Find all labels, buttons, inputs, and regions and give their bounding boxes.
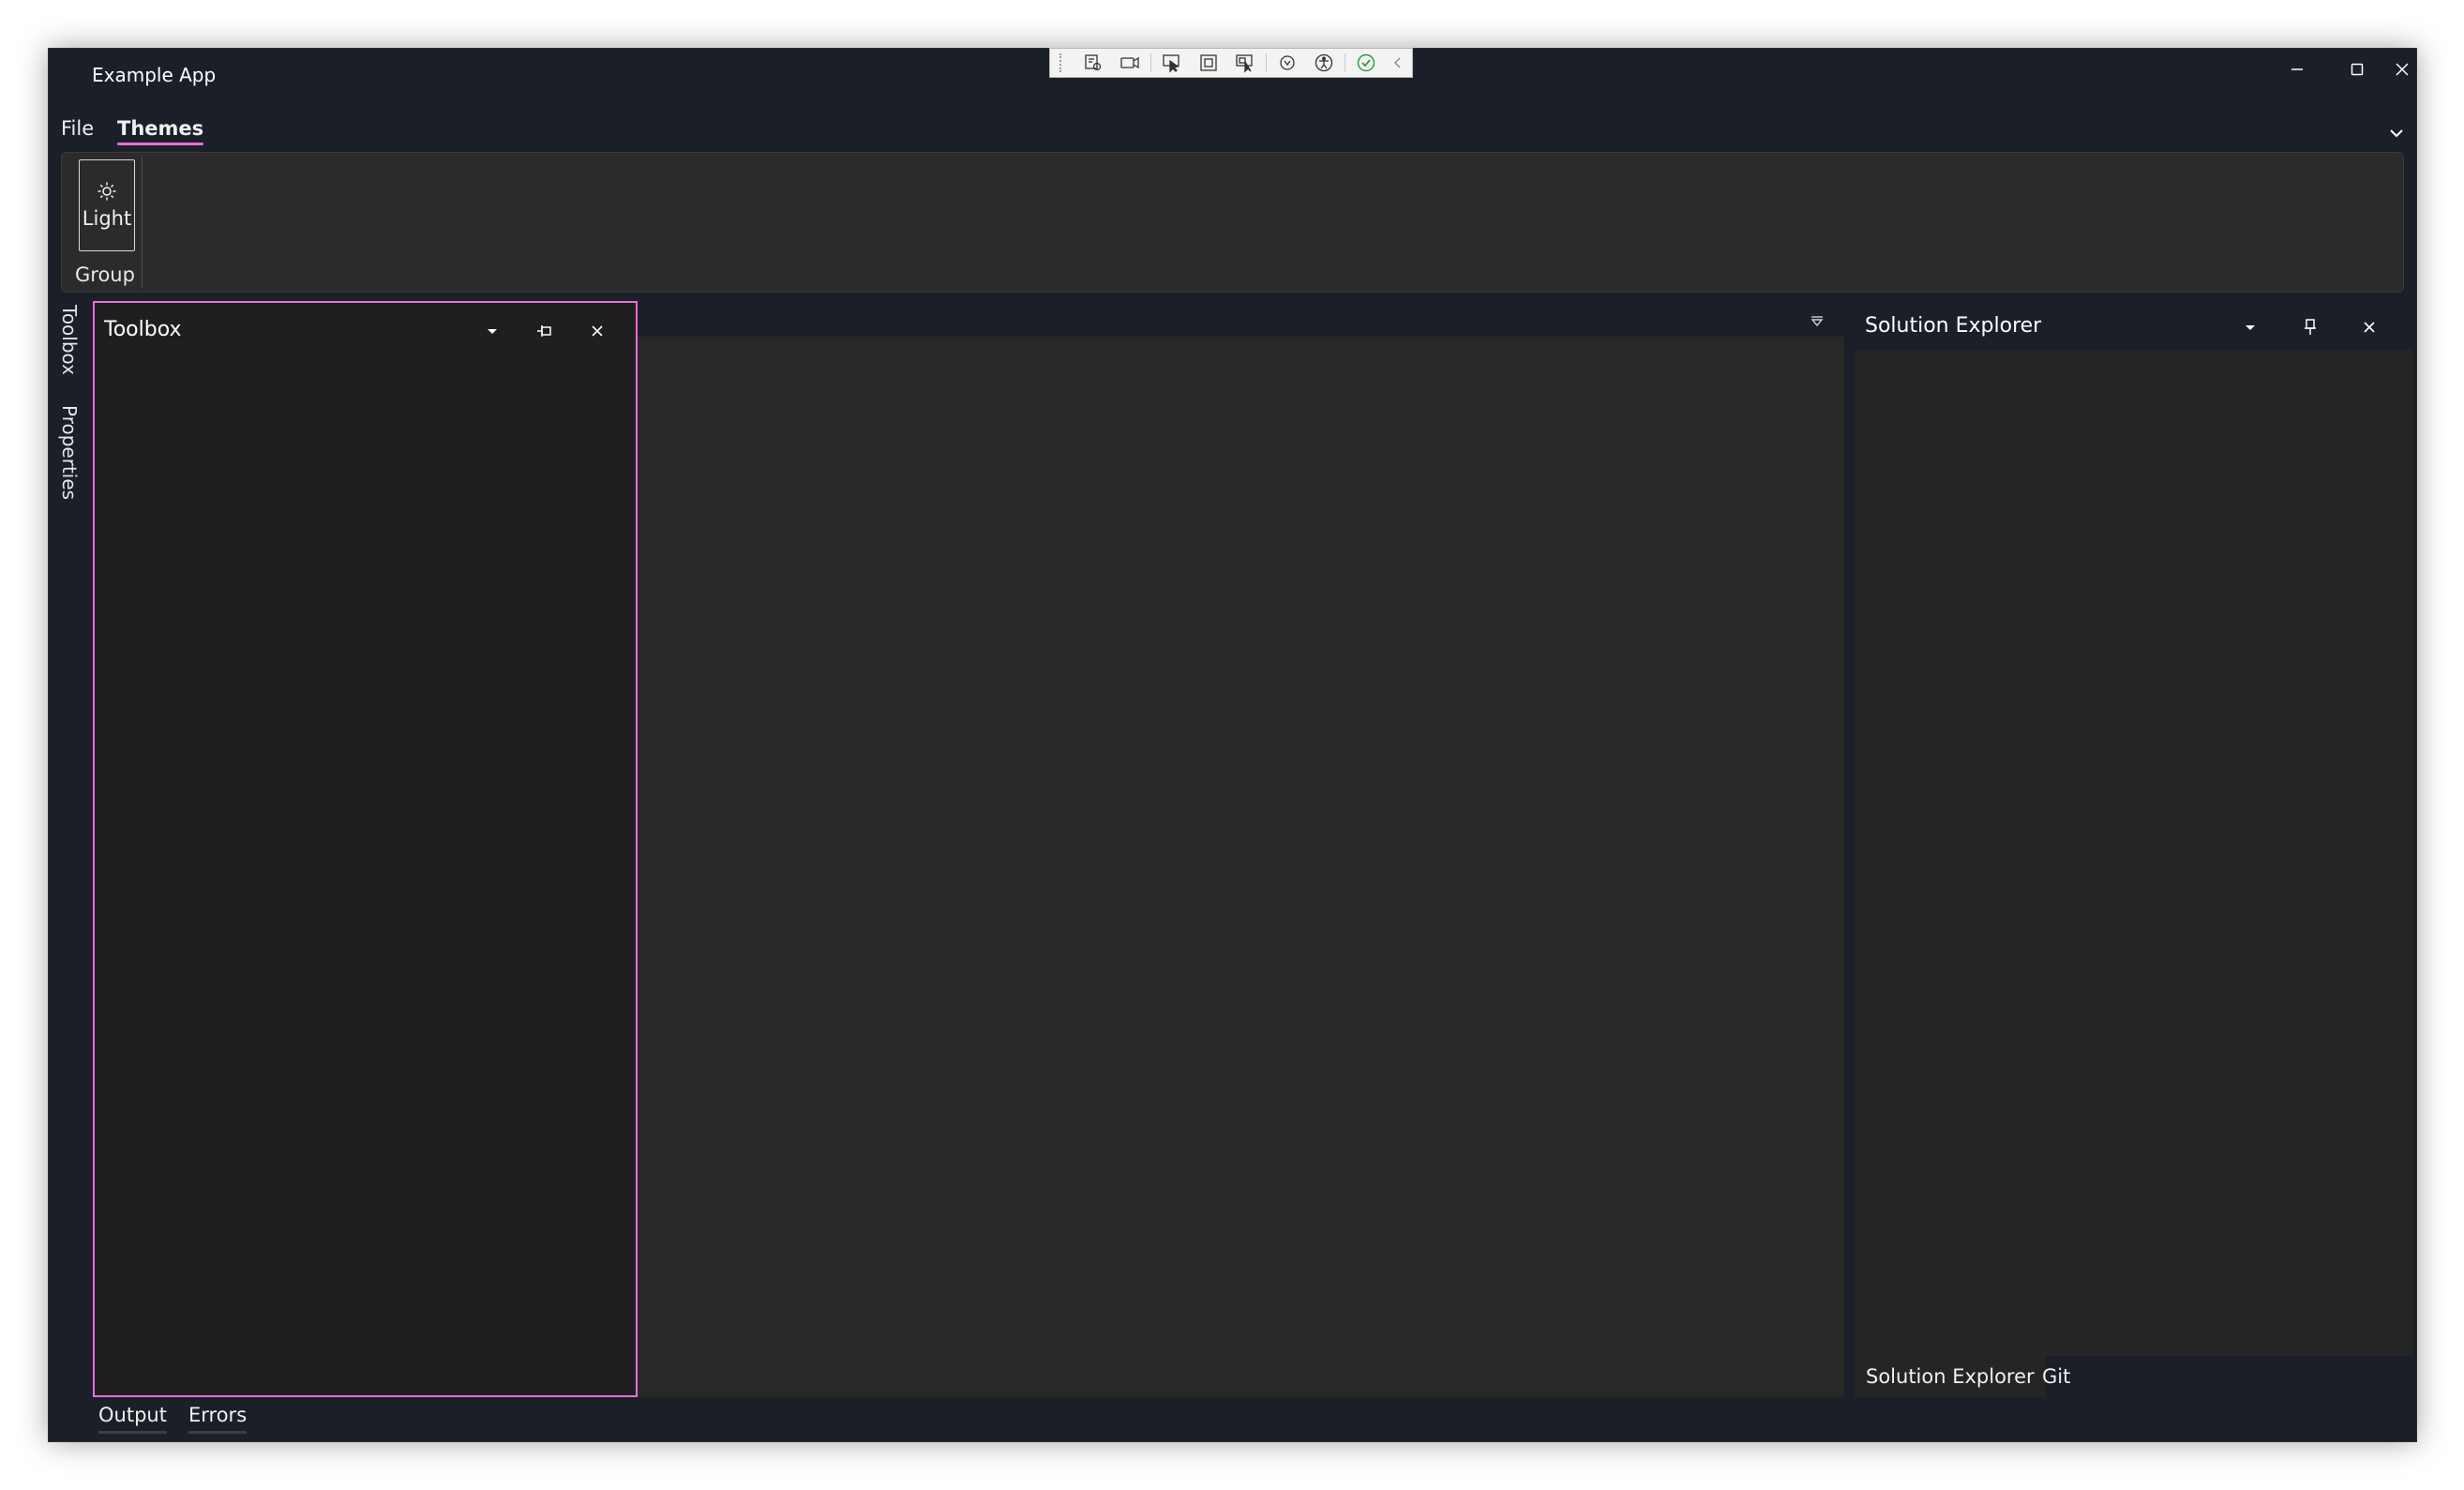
toolbar-separator [1149, 53, 1151, 72]
toolbox-pin-button[interactable] [532, 318, 558, 344]
tab-git[interactable]: Git [2031, 1356, 2081, 1397]
record-icon [1120, 56, 1139, 69]
minimize-button[interactable] [2267, 49, 2327, 90]
ribbon: Light Group [61, 152, 2404, 293]
close-icon [592, 325, 603, 337]
solution-explorer-panel: Solution Explorer [1855, 303, 2413, 1397]
solution-close-button[interactable] [2356, 314, 2382, 340]
caret-down-icon [488, 329, 497, 334]
live-visual-tree-icon [1084, 54, 1101, 71]
checkmark-icon [1357, 53, 1375, 72]
window-title: Example App [92, 64, 217, 86]
status-ok-button[interactable] [1347, 49, 1384, 77]
display-layout-adorners-icon [1200, 54, 1217, 71]
select-element-button[interactable] [1153, 49, 1190, 77]
track-focus-button[interactable] [1227, 49, 1264, 77]
live-visual-tree-button[interactable] [1074, 49, 1111, 77]
document-area [638, 337, 1844, 1397]
hot-reload-button[interactable] [1269, 49, 1305, 77]
solution-explorer-header: Solution Explorer [1855, 303, 2413, 350]
menu-tab-themes[interactable]: Themes [117, 117, 204, 145]
accessibility-icon [1315, 53, 1333, 72]
maximize-icon [2351, 63, 2364, 76]
pin-icon [537, 325, 551, 337]
accessibility-button[interactable] [1306, 49, 1343, 77]
side-tab-toolbox[interactable]: Toolbox [58, 305, 81, 375]
maximize-button[interactable] [2327, 49, 2387, 90]
close-button[interactable] [2388, 49, 2416, 90]
record-button[interactable] [1111, 49, 1148, 77]
sun-icon [98, 182, 116, 201]
document-list-icon[interactable] [1807, 311, 1827, 332]
hot-reload-icon [1280, 55, 1295, 70]
track-focus-icon [1236, 54, 1254, 73]
toolbox-panel: Toolbox [93, 301, 638, 1397]
tab-errors[interactable]: Errors [188, 1404, 248, 1434]
solution-options-button[interactable] [2237, 314, 2263, 340]
solution-tab-strip: Solution Explorer Git [1855, 1356, 2413, 1397]
close-icon [2396, 63, 2409, 76]
light-theme-button[interactable]: Light [79, 159, 135, 251]
toolbox-title: Toolbox [104, 318, 182, 341]
close-icon [2364, 322, 2375, 333]
select-element-icon [1162, 54, 1179, 73]
menu-tab-file[interactable]: File [61, 117, 94, 140]
debug-toolbar [1049, 48, 1413, 78]
minimize-icon [2291, 68, 2303, 70]
side-tab-properties[interactable]: Properties [58, 405, 81, 500]
tab-solution-explorer[interactable]: Solution Explorer [1855, 1356, 2046, 1397]
document-tab-strip [638, 303, 1844, 337]
toolbox-options-button[interactable] [479, 318, 505, 344]
chevron-down-icon[interactable] [2386, 123, 2407, 143]
collapse-toolbar-button[interactable] [1384, 49, 1412, 77]
solution-explorer-title: Solution Explorer [1865, 314, 2042, 338]
ribbon-group-divider [142, 157, 143, 288]
light-theme-label: Light [82, 207, 132, 230]
caret-down-icon [2246, 325, 2255, 330]
ribbon-group-label: Group [75, 263, 135, 286]
pin-icon [2305, 319, 2316, 335]
display-layout-adorners-button[interactable] [1190, 49, 1226, 77]
drag-grip-icon[interactable] [1059, 53, 1067, 72]
solution-pin-button[interactable] [2297, 314, 2323, 340]
tab-output[interactable]: Output [98, 1404, 167, 1434]
collapse-chevron-icon [1394, 57, 1401, 68]
toolbar-separator [1266, 53, 1268, 72]
toolbox-close-button[interactable] [584, 318, 610, 344]
app-window: Example App File Themes Light Group Tool… [48, 48, 2417, 1442]
